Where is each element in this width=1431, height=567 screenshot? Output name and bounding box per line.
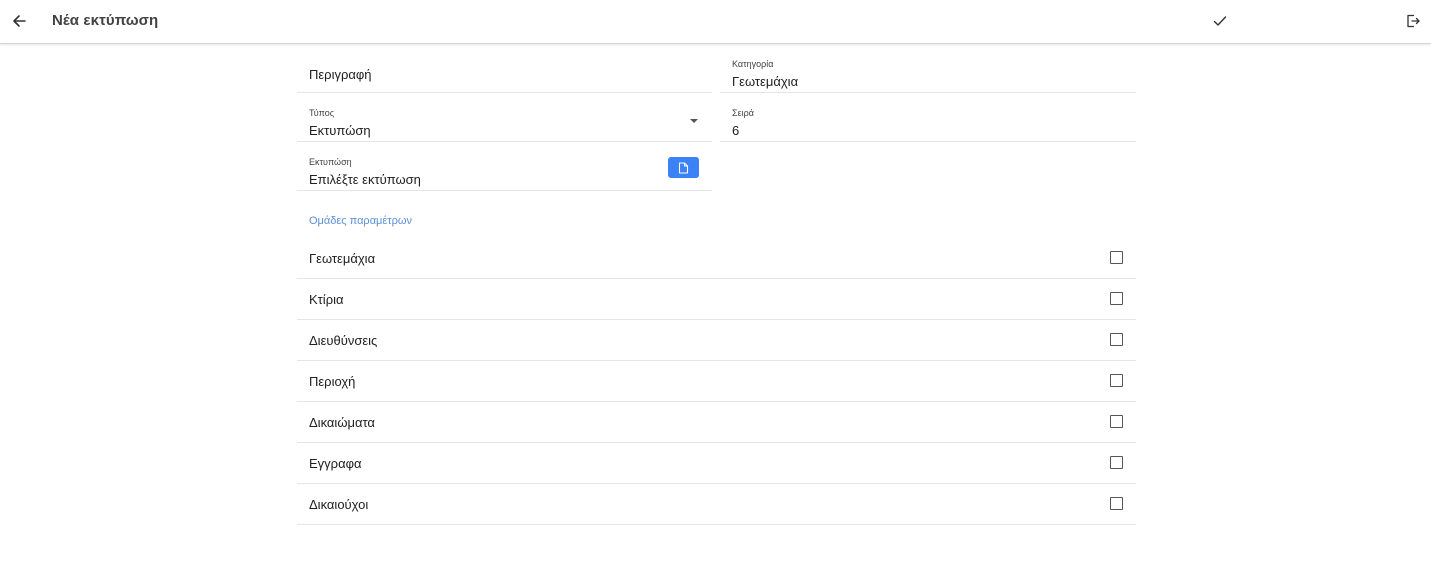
param-groups-list: Γεωτεμάχια Κτίρια Διευθύνσεις Περιοχή Δι… [297, 238, 1136, 525]
save-button[interactable] [1208, 9, 1232, 33]
group-checkbox[interactable] [1110, 456, 1123, 469]
type-select[interactable]: Τύπος Εκτυπώση [297, 95, 712, 142]
select-print-button[interactable] [668, 157, 699, 178]
type-value: Εκτυπώση [309, 123, 371, 138]
group-checkbox[interactable] [1110, 415, 1123, 428]
arrow-left-icon [13, 15, 26, 27]
back-button[interactable] [7, 9, 31, 33]
group-label: Εγγραφα [309, 456, 362, 471]
group-checkbox[interactable] [1110, 251, 1123, 264]
order-field[interactable]: Σειρά 6 [720, 95, 1136, 142]
param-groups-title: Ομάδες παραμέτρων [309, 215, 412, 227]
logout-icon [1407, 14, 1420, 28]
print-value: Επιλέξτε εκτύπωση [309, 172, 421, 187]
order-value: 6 [732, 123, 740, 138]
group-label: Δικαιώματα [309, 415, 375, 430]
category-label: Κατηγορία [732, 59, 774, 69]
list-item: Εγγραφα [297, 443, 1136, 484]
group-label: Διευθύνσεις [309, 333, 378, 348]
check-icon [1213, 16, 1227, 26]
list-item: Δικαιούχοι [297, 484, 1136, 525]
category-field[interactable]: Κατηγορία Γεωτεμάχια [720, 46, 1136, 93]
list-item: Κτίρια [297, 279, 1136, 320]
group-label: Κτίρια [309, 292, 344, 307]
group-checkbox[interactable] [1110, 497, 1123, 510]
page-title: Νέα εκτύπωση [52, 12, 159, 29]
print-field: Εκτυπώση Επιλέξτε εκτύπωση [297, 144, 712, 191]
group-label: Περιοχή [309, 374, 356, 389]
exit-button[interactable] [1401, 9, 1425, 33]
category-value: Γεωτεμάχια [732, 74, 799, 89]
group-checkbox[interactable] [1110, 374, 1123, 387]
list-item: Διευθύνσεις [297, 320, 1136, 361]
app-toolbar: Νέα εκτύπωση [0, 0, 1431, 44]
group-label: Γεωτεμάχια [309, 251, 376, 266]
dropdown-arrow-icon[interactable] [690, 119, 698, 123]
print-label: Εκτυπώση [309, 157, 352, 167]
file-icon [678, 161, 689, 174]
description-field[interactable]: Περιγραφή [297, 46, 712, 93]
group-checkbox[interactable] [1110, 333, 1123, 346]
type-label: Τύπος [309, 108, 335, 118]
list-item: Γεωτεμάχια [297, 238, 1136, 279]
order-label: Σειρά [732, 108, 754, 118]
list-item: Δικαιώματα [297, 402, 1136, 443]
group-label: Δικαιούχοι [309, 497, 369, 512]
group-checkbox[interactable] [1110, 292, 1123, 305]
list-item: Περιοχή [297, 361, 1136, 402]
description-placeholder: Περιγραφή [309, 67, 372, 82]
